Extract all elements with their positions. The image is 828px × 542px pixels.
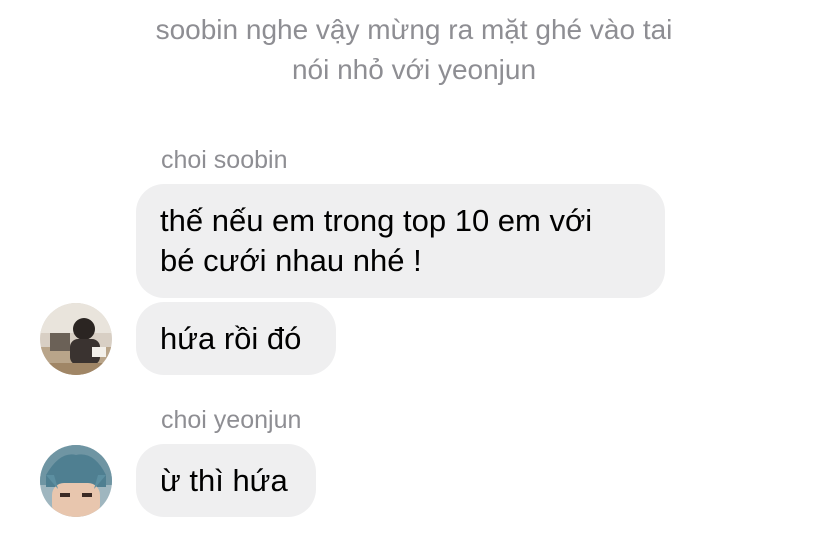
narration-line-1: soobin nghe vậy mừng ra mặt ghé vào tai bbox=[155, 14, 673, 45]
narration-text: soobin nghe vậy mừng ra mặt ghé vào tai … bbox=[0, 10, 828, 90]
message-bubble[interactable]: hứa rồi đó bbox=[136, 302, 336, 375]
message-line: thế nếu em trong top 10 em với bbox=[160, 203, 593, 238]
yeonjun-avatar[interactable] bbox=[40, 445, 112, 517]
avatar-photo-icon bbox=[40, 445, 112, 517]
soobin-avatar[interactable] bbox=[40, 303, 112, 375]
avatar-photo-icon bbox=[40, 303, 112, 375]
narration-line-2: nói nhỏ với yeonjun bbox=[291, 54, 537, 85]
sender-name-yeonjun: choi yeonjun bbox=[161, 406, 302, 434]
sender-name-soobin: choi soobin bbox=[161, 146, 288, 174]
message-line: ừ thì hứa bbox=[160, 463, 288, 498]
message-line: hứa rồi đó bbox=[160, 321, 302, 356]
message-bubble[interactable]: ừ thì hứa bbox=[136, 444, 316, 517]
message-line: bé cưới nhau nhé ! bbox=[160, 243, 422, 278]
message-bubble[interactable]: thế nếu em trong top 10 em với bé cưới n… bbox=[136, 184, 665, 298]
